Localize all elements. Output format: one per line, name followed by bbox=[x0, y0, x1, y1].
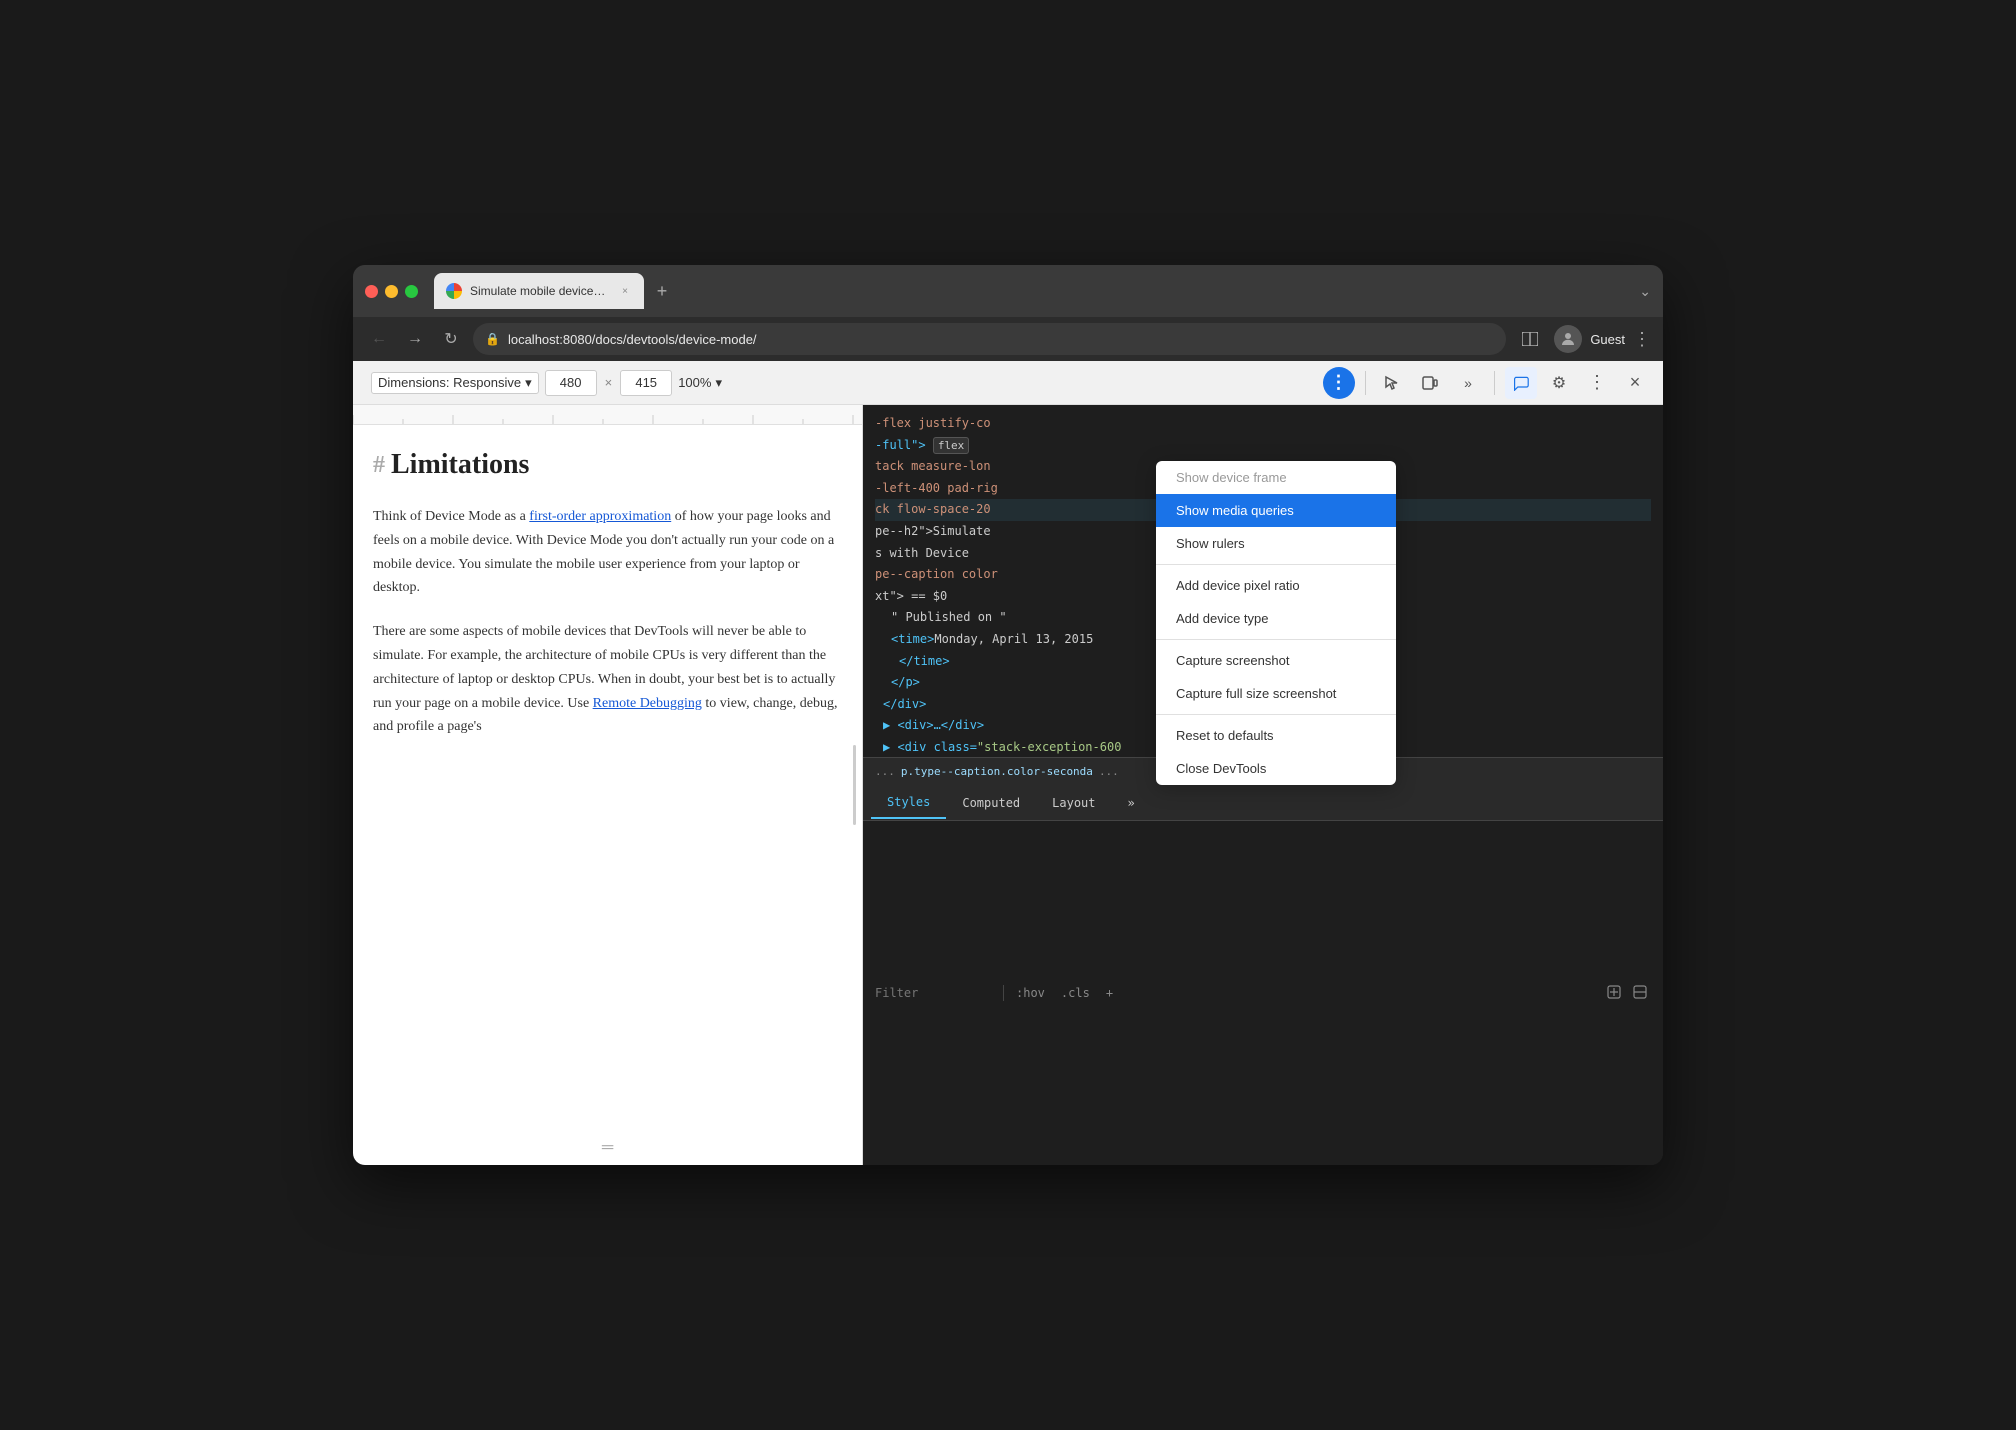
close-window-button[interactable] bbox=[365, 285, 378, 298]
html-line: -flex justify-co bbox=[875, 413, 1651, 435]
dropdown-menu: Show device frame Show media queries Sho… bbox=[1156, 461, 1396, 785]
close-icon: × bbox=[1630, 372, 1641, 393]
traffic-lights bbox=[365, 285, 418, 298]
devtools-toolbar: Dimensions: Responsive ▾ × 100% ▾ ⋮ bbox=[353, 361, 1663, 405]
scroll-hint: ═ bbox=[602, 1139, 613, 1157]
styles-filter-input[interactable] bbox=[875, 986, 995, 1000]
toggle-devtools-button[interactable] bbox=[1514, 323, 1546, 355]
menu-item-show-device-frame[interactable]: Show device frame bbox=[1156, 461, 1396, 494]
tab-close-button[interactable]: × bbox=[618, 284, 632, 298]
chat-icon bbox=[1513, 375, 1529, 391]
address-text: localhost:8080/docs/devtools/device-mode… bbox=[508, 332, 1494, 347]
width-input[interactable] bbox=[545, 370, 597, 396]
nav-bar: ← → ↻ 🔒 localhost:8080/docs/devtools/dev… bbox=[353, 317, 1663, 361]
close-devtools-toolbar-button[interactable]: × bbox=[1619, 367, 1651, 399]
scroll-indicator bbox=[853, 745, 856, 825]
dimension-separator: × bbox=[603, 375, 615, 390]
new-tab-button[interactable]: + bbox=[648, 277, 676, 305]
device-icon bbox=[1422, 375, 1438, 391]
hov-filter-button[interactable]: :hov bbox=[1012, 984, 1049, 1002]
device-more-options-button[interactable]: ⋮ bbox=[1323, 367, 1355, 399]
devtools-icon bbox=[1522, 332, 1538, 346]
device-toggle-button[interactable] bbox=[1414, 367, 1446, 399]
zoom-dropdown[interactable]: 100% ▾ bbox=[678, 375, 722, 391]
menu-item-show-rulers[interactable]: Show rulers bbox=[1156, 527, 1396, 560]
html-ellipsis: ... bbox=[875, 765, 895, 778]
tab-computed[interactable]: Computed bbox=[946, 788, 1036, 818]
dimensions-dropdown[interactable]: Dimensions: Responsive ▾ bbox=[371, 372, 539, 394]
add-style-rule-button[interactable]: + bbox=[1102, 984, 1117, 1002]
page-heading: # Limitations bbox=[373, 449, 842, 481]
maximize-window-button[interactable] bbox=[405, 285, 418, 298]
new-style-rule-button[interactable] bbox=[1603, 983, 1625, 1004]
flex-badge: flex bbox=[933, 437, 970, 454]
paragraph-2: There are some aspects of mobile devices… bbox=[373, 620, 842, 739]
browser-more-button[interactable]: ⋮ bbox=[1633, 329, 1651, 350]
more-panels-button[interactable]: » bbox=[1452, 367, 1484, 399]
ruler-top bbox=[353, 405, 862, 425]
settings-button[interactable]: ⚙ bbox=[1543, 367, 1575, 399]
paragraph-1: Think of Device Mode as a first-order ap… bbox=[373, 505, 842, 600]
menu-item-close-devtools[interactable]: Close DevTools bbox=[1156, 752, 1396, 785]
menu-item-capture-screenshot[interactable]: Capture screenshot bbox=[1156, 644, 1396, 677]
filter-divider bbox=[1003, 985, 1004, 1001]
menu-separator-2 bbox=[1156, 639, 1396, 640]
main-area: # Limitations Think of Device Mode as a … bbox=[353, 405, 1663, 1165]
browser-tab-active[interactable]: Simulate mobile devices with D × bbox=[434, 273, 644, 309]
toolbar-divider-2 bbox=[1494, 371, 1495, 395]
palette-icon bbox=[1633, 985, 1647, 999]
tab-more[interactable]: » bbox=[1112, 788, 1151, 818]
html-line: -full"> flex bbox=[875, 435, 1651, 457]
devtools-bottom-tabs: Styles Computed Layout » bbox=[863, 785, 1663, 821]
hash-symbol: # bbox=[373, 452, 385, 479]
forward-button[interactable]: → bbox=[401, 325, 429, 353]
menu-item-add-device-type[interactable]: Add device type bbox=[1156, 602, 1396, 635]
ruler-marks bbox=[353, 405, 862, 425]
styles-filter-bar: :hov .cls + bbox=[863, 821, 1663, 1165]
tab-styles[interactable]: Styles bbox=[871, 787, 946, 819]
gear-icon: ⚙ bbox=[1552, 373, 1566, 393]
profile-icon bbox=[1559, 330, 1577, 348]
menu-separator-3 bbox=[1156, 714, 1396, 715]
browser-window: Simulate mobile devices with D × + ⌄ ← →… bbox=[353, 265, 1663, 1165]
tab-overflow-chevron[interactable]: ⌄ bbox=[1639, 283, 1651, 300]
three-dots-icon: ⋮ bbox=[1330, 372, 1349, 393]
back-button[interactable]: ← bbox=[365, 325, 393, 353]
dropdown-arrow: ▾ bbox=[525, 375, 532, 391]
tab-layout[interactable]: Layout bbox=[1036, 788, 1111, 818]
menu-item-add-device-pixel-ratio[interactable]: Add device pixel ratio bbox=[1156, 569, 1396, 602]
lock-icon: 🔒 bbox=[485, 332, 500, 346]
menu-item-capture-full-size-screenshot[interactable]: Capture full size screenshot bbox=[1156, 677, 1396, 710]
first-order-link[interactable]: first-order approximation bbox=[529, 509, 671, 524]
page-content: # Limitations Think of Device Mode as a … bbox=[353, 425, 862, 783]
devtools-more-button[interactable]: ⋮ bbox=[1581, 367, 1613, 399]
menu-item-reset-to-defaults[interactable]: Reset to defaults bbox=[1156, 719, 1396, 752]
profile-button[interactable] bbox=[1554, 325, 1582, 353]
console-toggle-button[interactable] bbox=[1505, 367, 1537, 399]
minimize-window-button[interactable] bbox=[385, 285, 398, 298]
height-input[interactable] bbox=[620, 370, 672, 396]
cls-filter-button[interactable]: .cls bbox=[1057, 984, 1094, 1002]
tab-title: Simulate mobile devices with D bbox=[470, 284, 610, 298]
title-bar: Simulate mobile devices with D × + ⌄ bbox=[353, 265, 1663, 317]
element-picker-button[interactable] bbox=[1376, 367, 1408, 399]
refresh-button[interactable]: ↻ bbox=[437, 325, 465, 353]
toolbar-divider-1 bbox=[1365, 371, 1366, 395]
remote-debugging-link[interactable]: Remote Debugging bbox=[593, 696, 702, 711]
new-rule-icon bbox=[1607, 985, 1621, 999]
menu-separator-1 bbox=[1156, 564, 1396, 565]
more-panels-icon: » bbox=[1464, 375, 1472, 391]
devtools-kebab-icon: ⋮ bbox=[1588, 372, 1606, 393]
menu-item-show-media-queries[interactable]: Show media queries bbox=[1156, 494, 1396, 527]
tab-bar: Simulate mobile devices with D × + ⌄ bbox=[434, 273, 1651, 309]
cursor-icon bbox=[1384, 375, 1400, 391]
heading-text: Limitations bbox=[391, 449, 529, 481]
selected-element-path: p.type--caption.color-seconda bbox=[901, 765, 1093, 778]
color-palettes-button[interactable] bbox=[1629, 983, 1651, 1004]
address-bar[interactable]: 🔒 localhost:8080/docs/devtools/device-mo… bbox=[473, 323, 1506, 355]
guest-label: Guest bbox=[1590, 332, 1625, 347]
tab-favicon bbox=[446, 283, 462, 299]
mobile-viewport: # Limitations Think of Device Mode as a … bbox=[353, 405, 863, 1165]
